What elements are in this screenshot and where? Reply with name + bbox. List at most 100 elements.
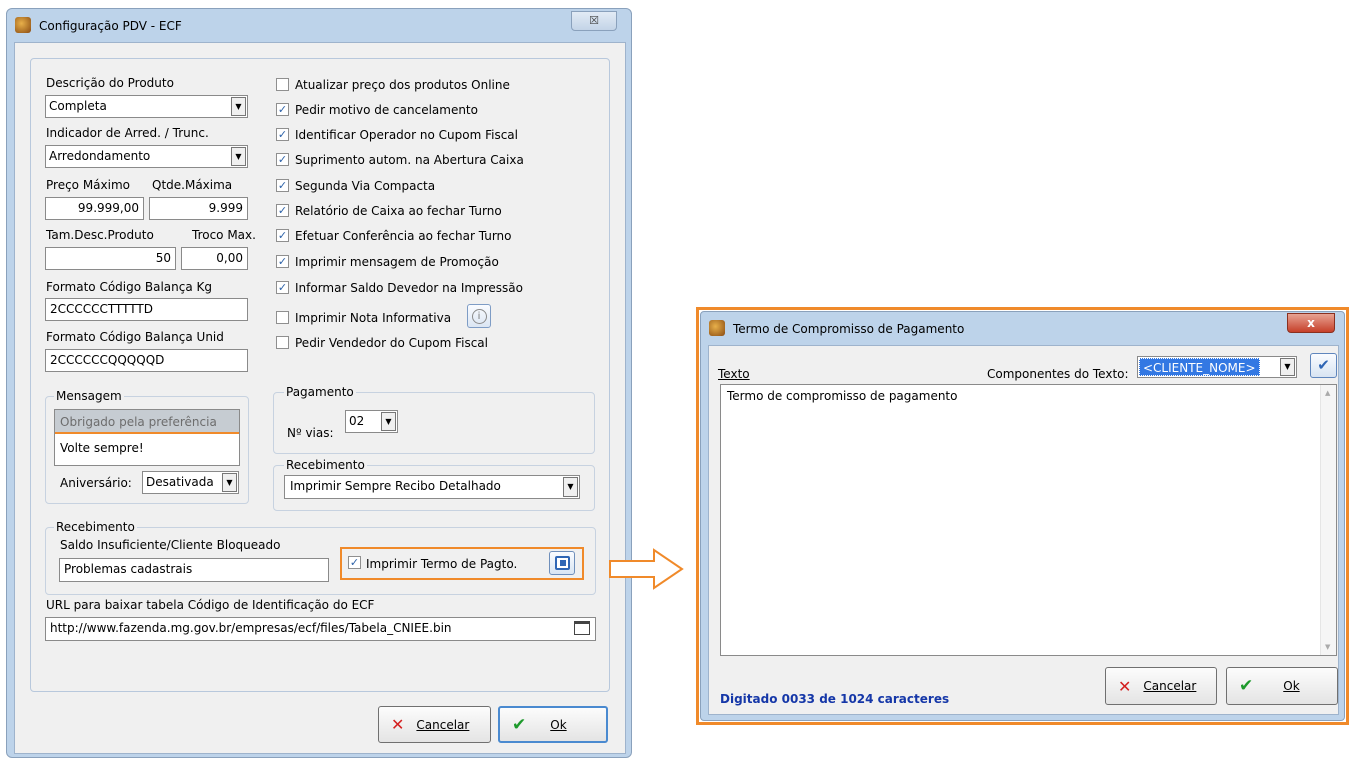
checkbox-label: Efetuar Conferência ao fechar Turno bbox=[295, 229, 512, 243]
recebimento-value: Imprimir Sempre Recibo Detalhado bbox=[290, 479, 501, 493]
checkbox-label: Suprimento autom. na Abertura Caixa bbox=[295, 153, 524, 167]
termo-checkbox-label: Imprimir Termo de Pagto. bbox=[366, 557, 518, 571]
checkbox-suprimento[interactable]: ✓ bbox=[276, 153, 289, 166]
formato-unid-input[interactable]: 2CCCCCCQQQQQD bbox=[45, 349, 248, 372]
folder-open-icon[interactable] bbox=[574, 621, 590, 635]
preco-max-input[interactable]: 99.999,00 bbox=[45, 197, 144, 220]
formato-unid-label: Formato Código Balança Unid bbox=[46, 330, 224, 344]
recebimento-bloqueio-title: Recebimento bbox=[54, 520, 137, 534]
saldo-label: Saldo Insuficiente/Cliente Bloqueado bbox=[60, 538, 281, 552]
pagamento-group: Pagamento bbox=[273, 385, 595, 454]
check-icon: ✔ bbox=[1239, 676, 1254, 696]
window-title: Configuração PDV - ECF bbox=[39, 19, 182, 33]
close-button[interactable]: ☒ bbox=[571, 11, 617, 31]
texto-textarea[interactable]: Termo de compromisso de pagamento ▲ ▼ bbox=[720, 384, 1337, 656]
preco-max-label: Preço Máximo bbox=[46, 178, 131, 192]
info-button[interactable]: i bbox=[467, 304, 491, 328]
insert-component-button[interactable]: ✔ bbox=[1310, 353, 1337, 378]
cancel-button[interactable]: ✕ Cancelar bbox=[1105, 667, 1217, 705]
texto-content: Termo de compromisso de pagamento bbox=[727, 389, 958, 403]
checkbox-segunda-via[interactable]: ✓ bbox=[276, 179, 289, 192]
scrollbar[interactable]: ▲ ▼ bbox=[1320, 385, 1336, 655]
termo-edit-button[interactable] bbox=[549, 551, 575, 575]
arrow-icon bbox=[609, 548, 684, 590]
chevron-down-icon[interactable]: ▼ bbox=[231, 97, 246, 116]
checkbox-nota-informativa[interactable] bbox=[276, 311, 289, 324]
checkbox-identificar-operador[interactable]: ✓ bbox=[276, 128, 289, 141]
cancel-label: Cancelar bbox=[1143, 679, 1197, 693]
troco-max-label: Troco Max. bbox=[192, 228, 256, 242]
aniversario-select[interactable]: Desativada ▼ bbox=[142, 471, 239, 494]
recebimento-select[interactable]: Imprimir Sempre Recibo Detalhado ▼ bbox=[284, 475, 580, 499]
checkbox-label: Imprimir Nota Informativa bbox=[295, 311, 452, 325]
ok-button[interactable]: ✔ Ok bbox=[498, 706, 608, 743]
descricao-value: Completa bbox=[49, 99, 107, 113]
close-icon: ✕ bbox=[391, 715, 405, 734]
componentes-value: <CLIENTE_NOME> bbox=[1139, 358, 1260, 376]
descricao-label: Descrição do Produto bbox=[46, 76, 174, 90]
indicador-label: Indicador de Arred. / Trunc. bbox=[46, 126, 209, 140]
mensagem-line1: Obrigado pela preferência bbox=[55, 410, 239, 434]
tam-desc-input[interactable]: 50 bbox=[45, 247, 176, 270]
checkbox-label: Segunda Via Compacta bbox=[295, 179, 436, 193]
checkbox-mensagem-promocao[interactable]: ✓ bbox=[276, 255, 289, 268]
vias-select[interactable]: 02 ▼ bbox=[345, 410, 398, 433]
url-input[interactable]: http://www.fazenda.mg.gov.br/empresas/ec… bbox=[45, 617, 596, 641]
recebimento-title: Recebimento bbox=[284, 458, 367, 472]
close-icon: x bbox=[1307, 316, 1315, 330]
check-icon: ✔ bbox=[512, 714, 527, 735]
ok-label: Ok bbox=[1283, 679, 1300, 693]
check-icon: ✔ bbox=[1317, 356, 1330, 374]
app-icon bbox=[709, 320, 725, 336]
ok-button[interactable]: ✔ Ok bbox=[1226, 667, 1338, 705]
status-text: Digitado 0033 de 1024 caracteres bbox=[720, 692, 950, 706]
troco-max-input[interactable]: 0,00 bbox=[181, 247, 248, 270]
texto-label: Texto bbox=[718, 367, 750, 381]
window-title: Termo de Compromisso de Pagamento bbox=[733, 322, 965, 336]
checkbox-atualizar-preco[interactable] bbox=[276, 78, 289, 91]
qtde-max-label: Qtde.Máxima bbox=[152, 178, 233, 192]
componentes-select[interactable]: <CLIENTE_NOME> ▼ bbox=[1137, 356, 1297, 378]
checkbox-saldo-devedor[interactable]: ✓ bbox=[276, 281, 289, 294]
saldo-input[interactable]: Problemas cadastrais bbox=[59, 558, 329, 582]
cancel-label: Cancelar bbox=[416, 717, 470, 732]
checkbox-relatorio-caixa[interactable]: ✓ bbox=[276, 204, 289, 217]
checkbox-efetuar-conferencia[interactable]: ✓ bbox=[276, 229, 289, 242]
close-icon: ✕ bbox=[1118, 676, 1132, 696]
checkbox-pedir-motivo[interactable]: ✓ bbox=[276, 103, 289, 116]
checkbox-label: Relatório de Caixa ao fechar Turno bbox=[295, 204, 502, 218]
chevron-down-icon[interactable]: ▼ bbox=[222, 473, 237, 492]
indicador-value: Arredondamento bbox=[49, 149, 151, 163]
close-button[interactable]: x bbox=[1287, 313, 1335, 333]
vias-value: 02 bbox=[349, 414, 365, 428]
indicador-select[interactable]: Arredondamento ▼ bbox=[45, 145, 248, 168]
close-icon: ☒ bbox=[589, 14, 599, 27]
scroll-up-icon[interactable]: ▲ bbox=[1325, 389, 1330, 397]
chevron-down-icon[interactable]: ▼ bbox=[563, 477, 578, 497]
url-label: URL para baixar tabela Código de Identif… bbox=[46, 598, 375, 612]
checkbox-label: Imprimir mensagem de Promoção bbox=[295, 255, 499, 269]
app-icon bbox=[15, 17, 31, 33]
checkbox-label: Pedir motivo de cancelamento bbox=[295, 103, 478, 117]
scroll-down-icon[interactable]: ▼ bbox=[1325, 643, 1330, 651]
texto-label-text: Texto bbox=[718, 367, 750, 381]
aniversario-label: Aniversário: bbox=[60, 476, 132, 490]
qtde-max-input[interactable]: 9.999 bbox=[149, 197, 248, 220]
checkbox-label: Identificar Operador no Cupom Fiscal bbox=[295, 128, 518, 142]
checkbox-pedir-vendedor[interactable] bbox=[276, 336, 289, 349]
mensagem-title: Mensagem bbox=[54, 389, 124, 403]
chevron-down-icon[interactable]: ▼ bbox=[1280, 358, 1295, 376]
checkbox-label: Pedir Vendedor do Cupom Fiscal bbox=[295, 336, 488, 350]
chevron-down-icon[interactable]: ▼ bbox=[381, 412, 396, 431]
cancel-button[interactable]: ✕ Cancelar bbox=[378, 706, 491, 743]
pagamento-title: Pagamento bbox=[284, 385, 356, 399]
chevron-down-icon[interactable]: ▼ bbox=[231, 147, 246, 166]
formato-kg-input[interactable]: 2CCCCCCTTTTTD bbox=[45, 298, 248, 321]
formato-kg-label: Formato Código Balança Kg bbox=[46, 280, 213, 294]
descricao-select[interactable]: Completa ▼ bbox=[45, 95, 248, 118]
checkbox-imprimir-termo[interactable]: ✓ bbox=[348, 556, 361, 569]
ok-label: Ok bbox=[550, 717, 567, 732]
info-icon: i bbox=[471, 308, 487, 324]
checkbox-label: Informar Saldo Devedor na Impressão bbox=[295, 281, 523, 295]
mensagem-line2[interactable]: Volte sempre! bbox=[55, 436, 239, 465]
